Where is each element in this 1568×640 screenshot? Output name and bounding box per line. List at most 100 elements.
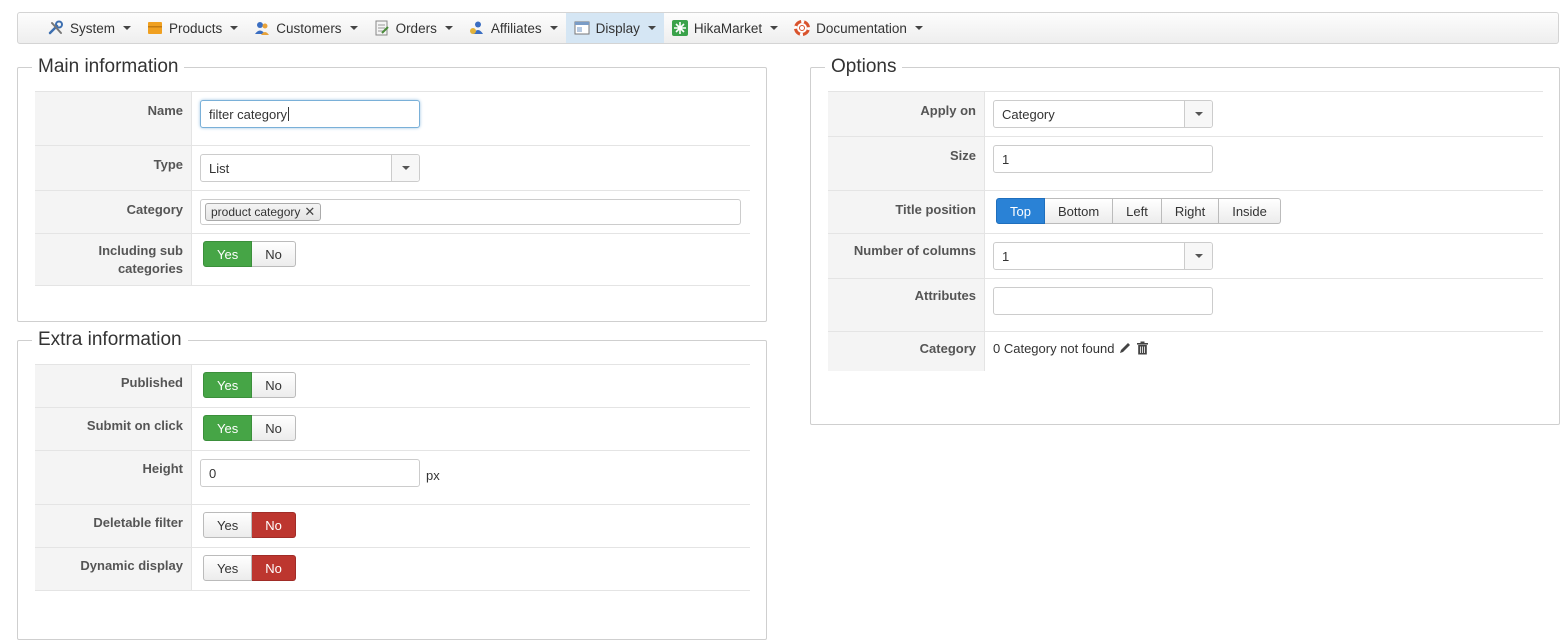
dynamic-display-label: Dynamic display xyxy=(35,548,192,590)
title-position-right-button[interactable]: Right xyxy=(1161,198,1220,224)
subcategories-label: Including sub categories xyxy=(35,234,192,285)
type-select-toggle[interactable] xyxy=(391,155,419,181)
options-fieldset: Options Apply on Category Size 1 Title p… xyxy=(810,54,1560,425)
chevron-down-icon xyxy=(230,26,239,30)
dynamic-display-toggle: Yes No xyxy=(203,555,296,581)
deletable-no-button[interactable]: No xyxy=(252,512,296,538)
pencil-icon[interactable] xyxy=(1118,341,1132,358)
attributes-label: Attributes xyxy=(828,279,985,331)
menu-display[interactable]: Display xyxy=(565,13,664,43)
title-position-top-button[interactable]: Top xyxy=(996,198,1045,224)
published-label: Published xyxy=(35,365,192,407)
type-select[interactable]: List xyxy=(200,154,420,182)
main-information-fieldset: Main information Name filter category Ty… xyxy=(17,54,767,322)
form-row-submit-on-click: Submit on click Yes No xyxy=(35,407,750,450)
menu-display-label: Display xyxy=(595,20,640,36)
menu-system[interactable]: System xyxy=(40,13,139,43)
menu-affiliates[interactable]: Affiliates xyxy=(461,13,566,43)
text-cursor xyxy=(288,107,290,121)
form-row-subcategories: Including sub categories Yes No xyxy=(35,233,750,286)
menu-documentation[interactable]: Documentation xyxy=(786,13,931,43)
hikamarket-icon xyxy=(671,20,688,36)
title-position-toggle: Top Bottom Left Right Inside xyxy=(996,198,1281,224)
subcategories-yes-button[interactable]: Yes xyxy=(203,241,253,267)
menu-orders-label: Orders xyxy=(395,20,437,36)
submit-on-click-no-button[interactable]: No xyxy=(252,415,296,441)
chevron-down-icon xyxy=(401,166,410,170)
columns-select-value: 1 xyxy=(1002,248,1010,264)
published-no-button[interactable]: No xyxy=(252,372,296,398)
title-position-inside-button[interactable]: Inside xyxy=(1219,198,1281,224)
chevron-down-icon xyxy=(444,26,453,30)
name-input[interactable]: filter category xyxy=(200,100,420,128)
menu-affiliates-label: Affiliates xyxy=(490,20,542,36)
products-box-icon xyxy=(147,20,163,36)
deletable-toggle: Yes No xyxy=(203,512,296,538)
category-label: Category xyxy=(35,191,192,233)
submit-on-click-label: Submit on click xyxy=(35,408,192,450)
columns-label: Number of columns xyxy=(828,234,985,278)
menu-hikamarket-label: HikaMarket xyxy=(693,20,763,36)
trash-icon[interactable] xyxy=(1136,341,1149,358)
form-row-columns: Number of columns 1 xyxy=(828,233,1543,278)
tools-icon xyxy=(48,20,64,36)
form-row-options-category: Category 0 Category not found xyxy=(828,331,1543,371)
deletable-yes-button[interactable]: Yes xyxy=(203,512,253,538)
apply-on-select-value: Category xyxy=(1002,106,1055,122)
dynamic-display-yes-button[interactable]: Yes xyxy=(203,555,253,581)
height-label: Height xyxy=(35,451,192,504)
extra-information-fieldset: Extra information Published Yes No Submi… xyxy=(17,327,767,640)
submit-on-click-yes-button[interactable]: Yes xyxy=(203,415,253,441)
menu-hikamarket[interactable]: HikaMarket xyxy=(664,13,786,43)
published-yes-button[interactable]: Yes xyxy=(203,372,253,398)
form-row-apply-on: Apply on Category xyxy=(828,91,1543,136)
height-unit: px xyxy=(426,468,440,483)
category-tag: product category ✕ xyxy=(205,203,322,221)
form-row-dynamic-display: Dynamic display Yes No xyxy=(35,547,750,591)
title-position-bottom-button[interactable]: Bottom xyxy=(1044,198,1114,224)
menu-customers[interactable]: Customers xyxy=(246,13,365,43)
size-input-value: 1 xyxy=(1002,151,1010,167)
columns-select-toggle[interactable] xyxy=(1184,243,1212,269)
menu-system-label: System xyxy=(70,20,116,36)
orders-icon xyxy=(374,20,390,36)
name-input-value: filter category xyxy=(209,106,288,122)
columns-select[interactable]: 1 xyxy=(993,242,1213,270)
options-category-label: Category xyxy=(828,332,985,371)
form-row-title-position: Title position Top Bottom Left Right Ins… xyxy=(828,190,1543,233)
apply-on-select-toggle[interactable] xyxy=(1184,101,1212,127)
menu-orders[interactable]: Orders xyxy=(366,13,461,43)
menu-products[interactable]: Products xyxy=(139,13,246,43)
form-row-attributes: Attributes xyxy=(828,278,1543,331)
options-title: Options xyxy=(825,54,903,80)
lifebuoy-icon xyxy=(794,20,811,36)
height-input[interactable]: 0 xyxy=(200,459,420,487)
size-label: Size xyxy=(828,137,985,190)
subcategories-no-button[interactable]: No xyxy=(252,241,296,267)
attributes-input[interactable] xyxy=(993,287,1213,315)
category-tag-input[interactable]: product category ✕ xyxy=(200,199,741,225)
form-row-height: Height 0 px xyxy=(35,450,750,504)
menu-products-label: Products xyxy=(169,20,223,36)
category-tag-label: product category xyxy=(211,205,301,219)
deletable-label: Deletable filter xyxy=(35,505,192,547)
subcategories-toggle: Yes No xyxy=(203,241,296,267)
affiliates-icon xyxy=(469,20,485,36)
remove-tag-icon[interactable]: ✕ xyxy=(304,204,315,220)
apply-on-select[interactable]: Category xyxy=(993,100,1213,128)
title-position-left-button[interactable]: Left xyxy=(1113,198,1162,224)
chevron-down-icon xyxy=(770,26,779,30)
dynamic-display-no-button[interactable]: No xyxy=(252,555,296,581)
chevron-down-icon xyxy=(1194,254,1203,258)
menu-customers-label: Customers xyxy=(276,20,342,36)
chevron-down-icon xyxy=(349,26,358,30)
title-position-label: Title position xyxy=(828,191,985,233)
type-label: Type xyxy=(35,146,192,190)
form-row-size: Size 1 xyxy=(828,136,1543,190)
chevron-down-icon xyxy=(123,26,132,30)
apply-on-label: Apply on xyxy=(828,92,985,136)
size-input[interactable]: 1 xyxy=(993,145,1213,173)
customers-icon xyxy=(254,20,270,36)
chevron-down-icon xyxy=(647,26,656,30)
form-row-type: Type List xyxy=(35,145,750,190)
